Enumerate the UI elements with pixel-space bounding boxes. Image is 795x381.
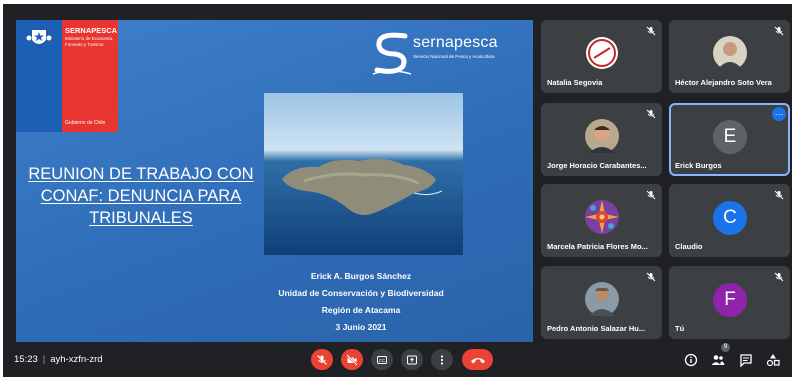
participant-tile[interactable]: Natalia Segovia bbox=[541, 20, 662, 93]
letter-avatar: F bbox=[713, 283, 747, 317]
participants-count-badge: 9 bbox=[721, 343, 730, 352]
present-icon bbox=[407, 355, 417, 364]
logo-avatar-icon bbox=[586, 37, 618, 69]
meeting-code: ayh-xzfn-zrd bbox=[50, 354, 103, 365]
captions-icon: CC bbox=[377, 355, 387, 364]
letter-avatar: E bbox=[713, 120, 747, 154]
end-call-icon bbox=[470, 357, 485, 363]
leave-call-button[interactable] bbox=[462, 349, 493, 370]
clock-time: 15:23 bbox=[14, 354, 38, 365]
logo-name: sernapesca bbox=[413, 34, 498, 51]
participant-name: Jorge Horacio Carabantes... bbox=[547, 161, 647, 170]
people-icon[interactable] bbox=[711, 353, 725, 367]
gov-name: SERNAPESCA bbox=[65, 26, 118, 35]
mic-off-icon bbox=[646, 26, 656, 36]
participant-name: Natalia Segovia bbox=[547, 78, 603, 87]
participant-name: Tú bbox=[675, 324, 685, 333]
participant-tile[interactable]: C Claudio bbox=[669, 184, 790, 257]
participant-tile[interactable]: Héctor Alejandro Soto Vera bbox=[669, 20, 790, 93]
more-options-icon[interactable]: … bbox=[772, 107, 786, 121]
participant-tile[interactable]: Marcela Patricia Flores Mo... bbox=[541, 184, 662, 257]
mic-toggle-button[interactable] bbox=[311, 349, 333, 370]
logo-subtitle: Servicio Nacional de Pesca y Acuicultura bbox=[413, 54, 495, 59]
mic-off-icon bbox=[774, 26, 784, 36]
chile-coat-of-arms-icon bbox=[16, 20, 62, 56]
more-options-button[interactable] bbox=[431, 349, 453, 370]
present-button[interactable] bbox=[401, 349, 423, 370]
credit-region: Región de Atacama bbox=[321, 305, 401, 315]
mic-off-icon bbox=[774, 272, 784, 282]
gov-footer: Gobierno de Chile bbox=[65, 120, 106, 126]
participant-name: Marcela Patricia Flores Mo... bbox=[547, 242, 648, 251]
gov-ministry: Ministerio de Economía, Fomento y Turism… bbox=[65, 36, 114, 47]
pattern-avatar-icon bbox=[585, 200, 619, 234]
svg-text:CC: CC bbox=[379, 358, 386, 363]
credit-unit: Unidad de Conservación y Biodiversidad bbox=[278, 288, 444, 298]
slide-title: REUNION DE TRABAJO CON CONAF: DENUNCIA P… bbox=[28, 165, 254, 227]
mic-off-icon bbox=[646, 190, 656, 200]
letter-avatar: C bbox=[713, 201, 747, 235]
activities-icon[interactable] bbox=[766, 353, 780, 367]
presentation-slide: SERNAPESCA Ministerio de Economía, Fomen… bbox=[16, 20, 533, 342]
camera-off-icon bbox=[346, 353, 358, 366]
participant-tile[interactable]: Jorge Horacio Carabantes... bbox=[541, 103, 662, 176]
chat-icon[interactable] bbox=[739, 353, 753, 367]
participant-name: Erick Burgos bbox=[675, 161, 722, 170]
gobierno-de-chile-logo: SERNAPESCA Ministerio de Economía, Fomen… bbox=[16, 20, 118, 132]
participant-tile[interactable]: Pedro Antonio Salazar Hu... bbox=[541, 266, 662, 339]
separator: | bbox=[42, 354, 46, 365]
meeting-info: 15:23 | ayh-xzfn-zrd bbox=[14, 354, 103, 365]
participant-name: Pedro Antonio Salazar Hu... bbox=[547, 324, 646, 333]
sernapesca-wave-icon bbox=[372, 32, 412, 75]
mic-off-icon bbox=[646, 109, 656, 119]
island-aerial-photo bbox=[264, 93, 463, 255]
captions-button[interactable]: CC bbox=[371, 349, 393, 370]
participant-name: Claudio bbox=[675, 242, 703, 251]
credit-author: Erick A. Burgos Sánchez bbox=[310, 271, 412, 281]
mic-off-icon bbox=[646, 272, 656, 282]
meet-window: SERNAPESCA Ministerio de Economía, Fomen… bbox=[3, 4, 792, 377]
mic-off-icon bbox=[774, 190, 784, 200]
info-icon[interactable] bbox=[684, 353, 698, 367]
photo-avatar-icon bbox=[585, 119, 619, 153]
camera-toggle-button[interactable] bbox=[341, 349, 363, 370]
credit-date: 3 Junio 2021 bbox=[335, 322, 387, 332]
mic-off-icon bbox=[317, 354, 327, 365]
photo-avatar-icon bbox=[713, 36, 747, 70]
slide-credits: Erick A. Burgos Sánchez Unidad de Conser… bbox=[246, 268, 476, 336]
more-options-icon bbox=[440, 354, 444, 365]
sernapesca-logo: sernapesca Servicio Nacional de Pesca y … bbox=[371, 30, 511, 82]
participant-tile-active[interactable]: E … Erick Burgos bbox=[669, 103, 790, 176]
photo-avatar-icon bbox=[585, 282, 619, 316]
participant-tile-self[interactable]: F Tú bbox=[669, 266, 790, 339]
participant-name: Héctor Alejandro Soto Vera bbox=[675, 78, 772, 87]
